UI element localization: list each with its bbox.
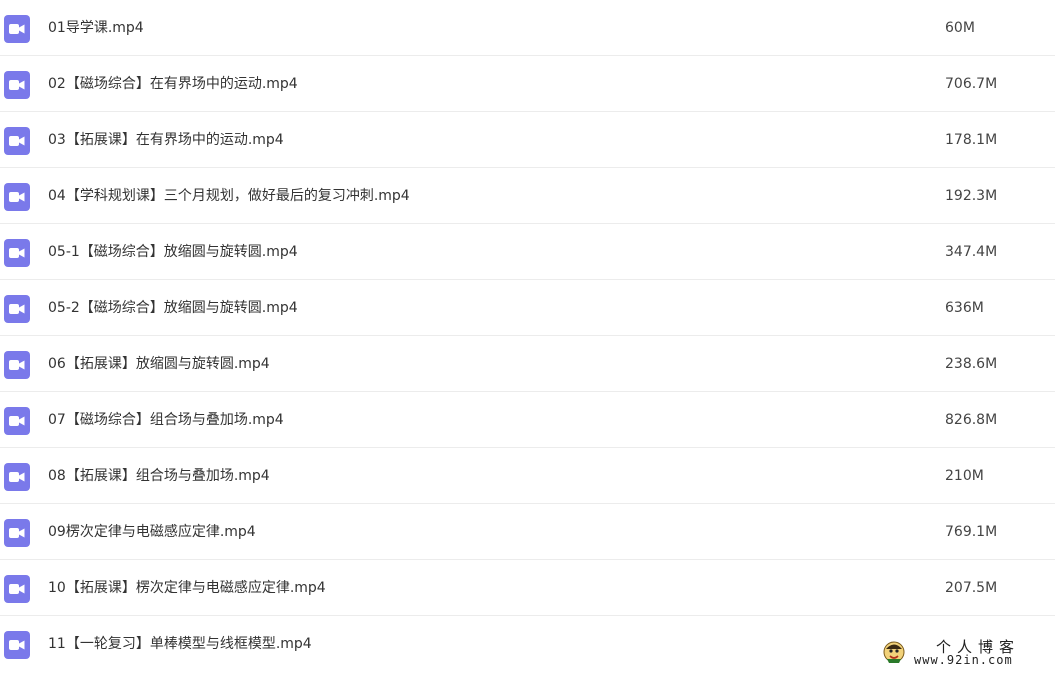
file-name[interactable]: 10【拓展课】楞次定律与电磁感应定律.mp4: [48, 578, 326, 598]
file-row[interactable]: 03【拓展课】在有界场中的运动.mp4 178.1M: [0, 112, 1055, 168]
file-size: 636M: [945, 300, 984, 316]
file-name[interactable]: 11【一轮复习】单棒模型与线框模型.mp4: [48, 634, 312, 654]
file-name[interactable]: 04【学科规划课】三个月规划，做好最后的复习冲刺.mp4: [48, 186, 410, 206]
file-row[interactable]: 01导学课.mp4 60M: [0, 0, 1055, 56]
file-name[interactable]: 05-2【磁场综合】放缩圆与旋转圆.mp4: [48, 298, 298, 318]
video-file-icon: [4, 631, 30, 659]
file-size: 178.1M: [945, 132, 998, 148]
file-row[interactable]: 10【拓展课】楞次定律与电磁感应定律.mp4 207.5M: [0, 560, 1055, 616]
file-list: 01导学课.mp4 60M 02【磁场综合】在有界场中的运动.mp4 706.7M 03…: [0, 0, 1055, 672]
cartoon-face-icon: [883, 641, 905, 663]
file-row[interactable]: 07【磁场综合】组合场与叠加场.mp4 826.8M: [0, 392, 1055, 448]
file-size: 826.8M: [945, 412, 998, 428]
video-file-icon: [4, 127, 30, 155]
file-row[interactable]: 05-1【磁场综合】放缩圆与旋转圆.mp4 347.4M: [0, 224, 1055, 280]
file-name[interactable]: 09楞次定律与电磁感应定律.mp4: [48, 522, 256, 542]
file-name[interactable]: 06【拓展课】放缩圆与旋转圆.mp4: [48, 354, 270, 374]
file-size: 192.3M: [945, 188, 998, 204]
video-file-icon: [4, 71, 30, 99]
video-file-icon: [4, 407, 30, 435]
video-file-icon: [4, 519, 30, 547]
file-size: 207.5M: [945, 580, 998, 596]
file-name[interactable]: 08【拓展课】组合场与叠加场.mp4: [48, 466, 270, 486]
file-name[interactable]: 02【磁场综合】在有界场中的运动.mp4: [48, 74, 298, 94]
watermark: 个人博客 www.92in.com: [880, 636, 1052, 670]
file-size: 769.1M: [945, 524, 998, 540]
video-file-icon: [4, 463, 30, 491]
file-name[interactable]: 03【拓展课】在有界场中的运动.mp4: [48, 130, 284, 150]
video-file-icon: [4, 183, 30, 211]
video-file-icon: [4, 15, 30, 43]
file-name[interactable]: 05-1【磁场综合】放缩圆与旋转圆.mp4: [48, 242, 298, 262]
file-row[interactable]: 06【拓展课】放缩圆与旋转圆.mp4 238.6M: [0, 336, 1055, 392]
file-size: 706.7M: [945, 76, 998, 92]
file-size: 210M: [945, 468, 984, 484]
file-size: 347.4M: [945, 244, 998, 260]
file-size: 238.6M: [945, 356, 998, 372]
file-row[interactable]: 05-2【磁场综合】放缩圆与旋转圆.mp4 636M: [0, 280, 1055, 336]
watermark-url: www.92in.com: [914, 653, 1013, 667]
video-file-icon: [4, 575, 30, 603]
file-size: 60M: [945, 20, 975, 36]
file-row[interactable]: 09楞次定律与电磁感应定律.mp4 769.1M: [0, 504, 1055, 560]
file-row[interactable]: 08【拓展课】组合场与叠加场.mp4 210M: [0, 448, 1055, 504]
video-file-icon: [4, 295, 30, 323]
file-row[interactable]: 02【磁场综合】在有界场中的运动.mp4 706.7M: [0, 56, 1055, 112]
video-file-icon: [4, 239, 30, 267]
file-name[interactable]: 07【磁场综合】组合场与叠加场.mp4: [48, 410, 284, 430]
file-row[interactable]: 04【学科规划课】三个月规划，做好最后的复习冲刺.mp4 192.3M: [0, 168, 1055, 224]
file-name[interactable]: 01导学课.mp4: [48, 18, 144, 38]
video-file-icon: [4, 351, 30, 379]
